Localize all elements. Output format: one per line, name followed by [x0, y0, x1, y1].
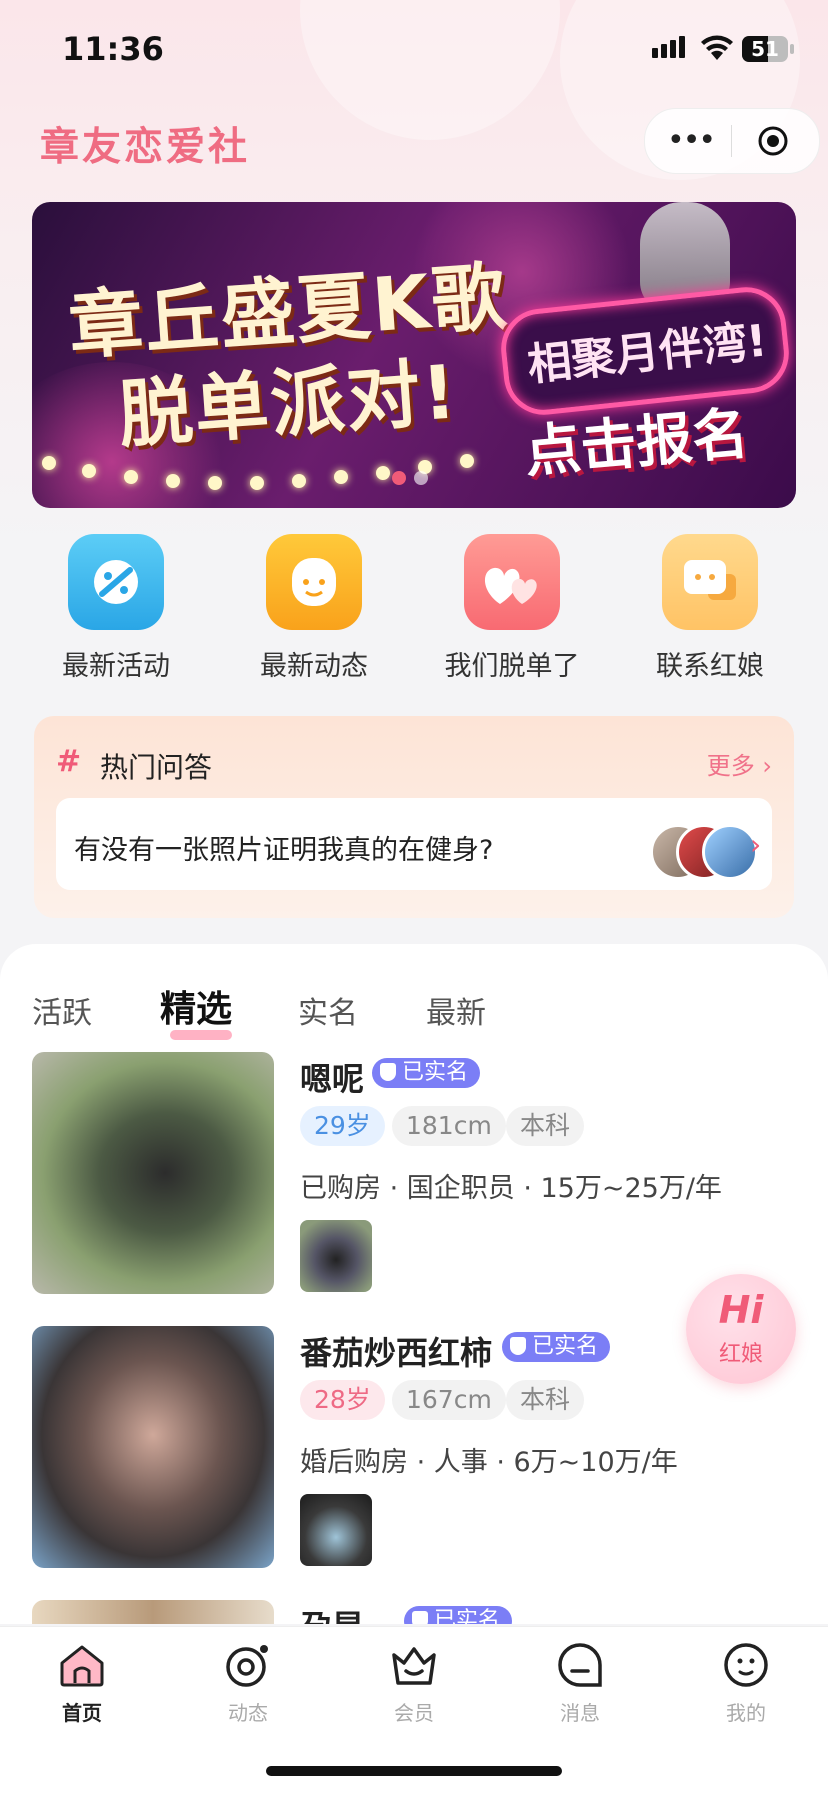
quick-entry-success-stories[interactable]: 我们脱单了	[422, 534, 602, 683]
shield-icon	[380, 1063, 396, 1081]
filter-tabs: 活跃 精选 实名 最新	[0, 978, 828, 1040]
verified-badge: 已实名	[372, 1058, 481, 1088]
shield-icon	[510, 1337, 526, 1355]
quick-entry-label: 联系红娘	[656, 651, 764, 682]
banner-neon-text: 相聚月伴湾!	[525, 315, 770, 392]
status-time: 11:36	[62, 30, 164, 68]
profile-photo	[32, 1326, 274, 1568]
profile-info: 婚后购房 · 人事 · 6万~10万/年	[300, 1447, 678, 1478]
wifi-icon	[701, 35, 733, 60]
home-indicator	[266, 1766, 562, 1776]
moments-tab-icon	[222, 1639, 274, 1691]
more-label: 更多	[706, 752, 755, 780]
profile-icon	[720, 1639, 772, 1691]
tab-label: 会员	[394, 1701, 434, 1725]
hot-qa-more-link[interactable]: 更多 ›	[707, 746, 772, 781]
shield-icon	[412, 1611, 428, 1624]
profile-card[interactable]: 孕昱 已实名	[32, 1600, 796, 1624]
chevron-right-icon: ›	[762, 752, 772, 780]
promo-banner[interactable]: 章丘盛夏K歌 脱单派对! 相聚月伴湾! 点击报名	[32, 202, 796, 508]
education-tag: 本科	[506, 1380, 585, 1420]
verified-label: 已实名	[532, 1334, 599, 1359]
hot-qa-question: 有没有一张照片证明我真的在健身?	[74, 835, 494, 866]
tab-label: 动态	[228, 1701, 268, 1725]
profile-thumbnail[interactable]	[300, 1220, 372, 1292]
battery-icon: 51	[742, 36, 788, 62]
tab-label: 我的	[726, 1701, 766, 1725]
height-tag: 181cm	[392, 1106, 506, 1146]
profile-photo	[32, 1052, 274, 1294]
hearts-icon	[464, 534, 560, 630]
quick-entry-label: 最新动态	[260, 651, 368, 682]
close-miniprogram-button[interactable]	[757, 125, 789, 157]
hot-qa-title: 热门问答	[100, 751, 213, 784]
tab-verified[interactable]: 实名	[298, 988, 358, 1032]
height-tag: 167cm	[392, 1380, 506, 1420]
activity-icon	[68, 534, 164, 630]
hashtag-icon: #	[56, 744, 82, 779]
tab-featured[interactable]: 精选	[160, 980, 232, 1032]
quick-entry-moments[interactable]: 最新动态	[224, 534, 404, 683]
chat-icon	[662, 534, 758, 630]
tab-label: 消息	[560, 1701, 600, 1725]
profile-thumbnail[interactable]	[300, 1494, 372, 1566]
crown-icon	[388, 1639, 440, 1691]
miniprogram-capsule: •••	[644, 108, 820, 174]
more-options-button[interactable]: •••	[667, 126, 716, 156]
verified-badge: 已实名	[502, 1332, 611, 1362]
chevron-right-icon: ›	[750, 828, 762, 861]
age-tag: 29岁	[300, 1106, 385, 1146]
signal-icon	[652, 36, 688, 58]
carousel-indicator	[392, 470, 436, 489]
moments-icon	[266, 534, 362, 630]
profile-list-panel: 活跃 精选 实名 最新 嗯呢 已实名 29岁 181cm 本科 已购房 · 国企…	[0, 944, 828, 1624]
matchmaker-float-button[interactable]: Hi 红娘	[686, 1274, 796, 1384]
profile-name: 孕昱	[300, 1602, 364, 1624]
tab-moments[interactable]: 动态	[188, 1639, 308, 1726]
hot-qa-section: # 热门问答 更多 › 有没有一张照片证明我真的在健身? ›	[34, 716, 794, 918]
hi-label: Hi	[718, 1288, 764, 1332]
age-tag: 28岁	[300, 1380, 385, 1420]
profile-name: 嗯呢	[300, 1060, 365, 1098]
message-icon	[554, 1639, 606, 1691]
quick-entry-label: 我们脱单了	[444, 651, 580, 682]
quick-entry-matchmaker[interactable]: 联系红娘	[620, 534, 800, 683]
verified-label: 已实名	[434, 1608, 501, 1624]
verified-badge: 已实名	[404, 1606, 513, 1624]
matchmaker-label: 红娘	[718, 1342, 763, 1367]
profile-name: 番茄炒西红柿	[300, 1334, 493, 1372]
string-lights	[32, 442, 592, 502]
profile-info: 已购房 · 国企职员 · 15万~25万/年	[300, 1173, 722, 1204]
home-icon	[56, 1639, 108, 1691]
tab-messages[interactable]: 消息	[520, 1639, 640, 1726]
tab-home[interactable]: 首页	[22, 1639, 142, 1726]
quick-entries: 最新活动 最新动态 我们脱单了 联系红娘	[0, 534, 828, 684]
app-title: 章友恋爱社	[40, 125, 251, 170]
tab-active[interactable]: 活跃	[32, 988, 92, 1032]
verified-label: 已实名	[402, 1060, 469, 1085]
profile-card[interactable]: 嗯呢 已实名 29岁 181cm 本科 已购房 · 国企职员 · 15万~25万…	[32, 1052, 796, 1296]
battery-cap	[790, 44, 794, 54]
status-bar: 11:36 51	[0, 0, 828, 96]
tab-profile[interactable]: 我的	[686, 1639, 806, 1726]
hot-qa-question-card[interactable]: 有没有一张照片证明我真的在健身? ›	[56, 798, 772, 890]
quick-entry-label: 最新活动	[62, 651, 170, 682]
profile-photo	[32, 1600, 274, 1624]
battery-level: 51	[751, 37, 779, 61]
tab-membership[interactable]: 会员	[354, 1639, 474, 1726]
capsule-divider	[731, 125, 732, 157]
education-tag: 本科	[506, 1106, 585, 1146]
tab-label: 首页	[62, 1701, 102, 1725]
quick-entry-activities[interactable]: 最新活动	[26, 534, 206, 683]
profile-card[interactable]: 番茄炒西红柿 已实名 28岁 167cm 本科 婚后购房 · 人事 · 6万~1…	[32, 1326, 796, 1570]
tab-newest[interactable]: 最新	[426, 988, 486, 1032]
